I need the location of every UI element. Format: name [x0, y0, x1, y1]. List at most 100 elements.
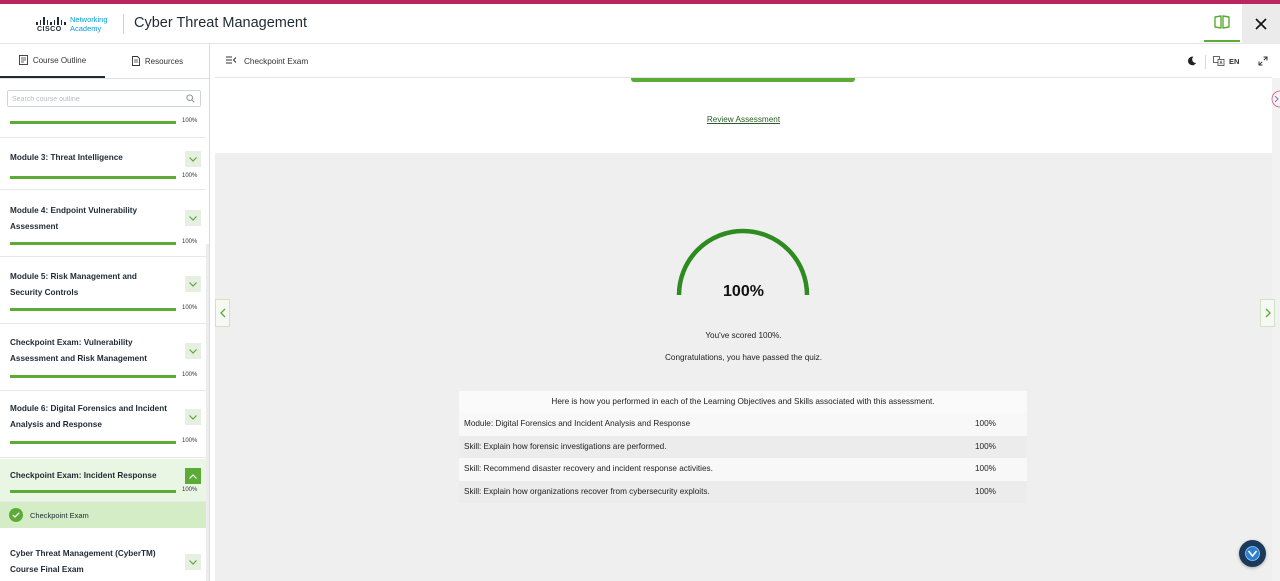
academy-line-1: Networking [70, 15, 108, 24]
next-page-button[interactable] [1260, 299, 1275, 327]
objective-score: 100% [975, 464, 996, 473]
outline-item-module-4[interactable]: Module 4: Endpoint Vulnerability Assessm… [0, 191, 206, 257]
language-code: EN [1229, 56, 1240, 66]
module-progress: 100% [10, 172, 200, 184]
expand-button[interactable] [185, 151, 201, 167]
outline-item-course-final-exam[interactable]: Cyber Threat Management (CyberTM) Course… [0, 534, 206, 581]
cisco-wordmark: CISCO [37, 26, 62, 33]
outline-search [7, 90, 201, 107]
table-row: Module: Digital Forensics and Incident A… [459, 413, 1027, 436]
module-title: Checkpoint Exam: Incident Response [10, 471, 157, 480]
subitem-label: Checkpoint Exam [30, 511, 89, 520]
expand-button[interactable] [185, 210, 201, 226]
performance-table: Here is how you performed in each of the… [459, 391, 1027, 503]
app-header: CISCO Networking Academy Cyber Threat Ma… [0, 4, 1280, 44]
objective-label: Skill: Explain how forensic investigatio… [464, 441, 667, 451]
expand-button[interactable] [185, 409, 201, 425]
chevron-up-icon [189, 473, 197, 479]
progress-percent: 100% [182, 239, 198, 245]
objective-score: 100% [975, 486, 996, 496]
objective-label: Skill: Explain how organizations recover… [464, 486, 710, 496]
objective-score: 100% [975, 419, 996, 428]
progress-percent: 100% [182, 173, 198, 179]
outline-item-module-3[interactable]: Module 3: Threat Intelligence 100% [0, 138, 206, 190]
outline-subitem-checkpoint-exam[interactable]: Checkpoint Exam [0, 502, 206, 528]
outline-item-checkpoint-vulnerability[interactable]: Checkpoint Exam: Vulnerability Assessmen… [0, 325, 206, 391]
module-title: Module 6: Digital Forensics and Incident… [10, 404, 167, 429]
module-progress: 100% [10, 371, 200, 383]
language-selector[interactable]: EN [1213, 56, 1239, 66]
content-toolbar: Checkpoint Exam EN [215, 44, 1272, 78]
previous-page-button[interactable] [215, 299, 230, 327]
outline-icon [18, 55, 28, 65]
outline-item-module-6[interactable]: Module 6: Digital Forensics and Incident… [0, 392, 206, 458]
chevron-down-icon [189, 559, 197, 565]
submit-button-edge[interactable] [631, 78, 855, 82]
header-divider [123, 14, 124, 34]
scored-message: You've scored 100%. [705, 331, 782, 340]
course-book-button[interactable] [1204, 4, 1240, 42]
results-panel: 100% You've scored 100%. Congratulations… [215, 153, 1272, 581]
tab-label: Course Outline [32, 55, 87, 65]
review-assessment-link[interactable]: Review Assessment [215, 115, 1272, 124]
dark-mode-moon-icon[interactable] [1187, 56, 1197, 66]
module-progress: 100% [10, 304, 200, 316]
search-input[interactable] [12, 93, 177, 105]
document-icon [131, 56, 140, 66]
outline-item-checkpoint-incident-response[interactable]: Checkpoint Exam: Incident Response 100% [0, 459, 206, 502]
score-value: 100% [723, 283, 764, 300]
academy-line-2: Academy [70, 24, 102, 33]
tab-resources[interactable]: Resources [105, 44, 209, 78]
module-title: Module 3: Threat Intelligence [10, 153, 123, 162]
translate-icon [1213, 56, 1225, 66]
chevron-down-icon [189, 348, 197, 354]
completed-check-icon [9, 508, 23, 522]
progress-percent: 100% [182, 305, 198, 311]
cisco-networking-academy-logo[interactable]: CISCO Networking Academy [34, 13, 116, 37]
expand-button[interactable] [185, 554, 201, 570]
objective-label: Module: Digital Forensics and Incident A… [464, 419, 691, 428]
fullscreen-icon[interactable] [1258, 56, 1268, 66]
breadcrumb: Checkpoint Exam [244, 57, 309, 66]
collapse-button[interactable] [185, 468, 201, 484]
progress-percent: 100% [182, 118, 198, 124]
book-open-icon [1214, 15, 1230, 29]
module-progress: 100% [10, 486, 200, 498]
progress-percent: 100% [182, 438, 198, 444]
help-widget-edge-icon[interactable] [1271, 88, 1280, 110]
table-row: Skill: Recommend disaster recovery and i… [459, 458, 1027, 481]
content-scrollbar[interactable] [1272, 78, 1280, 581]
chevron-right-icon [1265, 308, 1271, 318]
module-title: Module 5: Risk Management and Security C… [10, 272, 137, 297]
chevron-down-icon [189, 215, 197, 221]
sidebar-tabs: Course Outline Resources [0, 44, 209, 79]
chevron-left-icon [219, 308, 225, 318]
progress-fill [10, 176, 176, 179]
progress-fill [10, 441, 176, 444]
objective-label: Skill: Recommend disaster recovery and i… [464, 464, 713, 473]
tab-course-outline[interactable]: Course Outline [0, 44, 105, 78]
module-progress: 100% [10, 238, 200, 250]
progress-fill [10, 121, 176, 124]
expand-button[interactable] [185, 276, 201, 292]
close-icon [1255, 18, 1267, 30]
chevron-down-icon [189, 156, 197, 162]
chat-assistant-button[interactable] [1239, 540, 1266, 567]
close-button[interactable] [1242, 4, 1280, 44]
cisco-bars-icon [36, 17, 66, 25]
table-row: Skill: Explain how organizations recover… [459, 480, 1027, 503]
objective-score: 100% [975, 441, 996, 451]
chevron-down-icon [189, 281, 197, 287]
tab-label: Resources [144, 56, 184, 66]
expand-button[interactable] [185, 343, 201, 359]
chat-bot-icon [1245, 546, 1260, 561]
module-title: Checkpoint Exam: Vulnerability Assessmen… [10, 338, 147, 363]
congratulations-message: Congratulations, you have passed the qui… [664, 353, 823, 362]
sidebar-scrollbar[interactable] [206, 244, 209, 581]
progress-fill [10, 308, 176, 311]
course-outline-sidebar: Course Outline Resources 100% Module 3: … [0, 44, 210, 581]
main-content: Checkpoint Exam EN Review Assessment 100… [210, 44, 1280, 581]
search-icon[interactable] [186, 94, 195, 103]
collapse-menu-icon[interactable] [226, 56, 237, 64]
outline-item-module-5[interactable]: Module 5: Risk Management and Security C… [0, 258, 206, 324]
